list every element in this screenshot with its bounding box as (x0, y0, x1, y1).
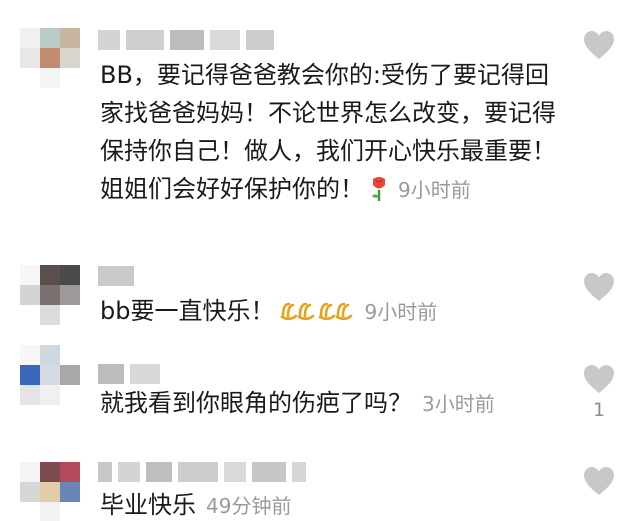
comment-text: bb要一直快乐！ (100, 297, 275, 325)
like-heart-icon[interactable] (583, 272, 615, 302)
comment-time: 49分钟前 (206, 494, 292, 518)
like-count: 1 (592, 399, 606, 421)
username[interactable] (98, 460, 306, 484)
comment-time: 9小时前 (364, 300, 438, 324)
comment-text: 就我看到你眼角的伤疤了吗？ (100, 389, 412, 417)
clapping-hands-icon (280, 295, 316, 321)
avatar[interactable] (20, 345, 80, 405)
clapping-hands-icon (318, 295, 354, 321)
comment-text: BB，要记得爸爸教会你的:受伤了要记得回家找爸爸妈妈！不论世界怎么改变，要记得保… (100, 61, 556, 203)
comment-body: 就我看到你眼角的伤疤了吗？ 3小时前 (100, 384, 560, 423)
avatar[interactable] (20, 462, 80, 521)
like-heart-icon[interactable] (583, 30, 615, 60)
comment-body: BB，要记得爸爸教会你的:受伤了要记得回家找爸爸妈妈！不论世界怎么改变，要记得保… (100, 56, 560, 209)
username[interactable] (98, 264, 134, 288)
username[interactable] (98, 362, 160, 386)
comment-time: 3小时前 (422, 392, 495, 416)
like-heart-icon[interactable] (583, 364, 615, 394)
avatar[interactable] (20, 28, 80, 88)
comment-time: 9小时前 (398, 178, 471, 202)
comment-text: 毕业快乐 (100, 491, 196, 519)
like-heart-icon[interactable] (583, 466, 615, 496)
username[interactable] (98, 28, 274, 52)
avatar[interactable] (20, 265, 80, 325)
comment-list: BB，要记得爸爸教会你的:受伤了要记得回家找爸爸妈妈！不论世界怎么改变，要记得保… (0, 0, 640, 521)
comment-body: bb要一直快乐！ 9小时前 (100, 292, 560, 331)
rose-icon (370, 175, 388, 201)
comment-body: 毕业快乐 49分钟前 (100, 486, 560, 521)
